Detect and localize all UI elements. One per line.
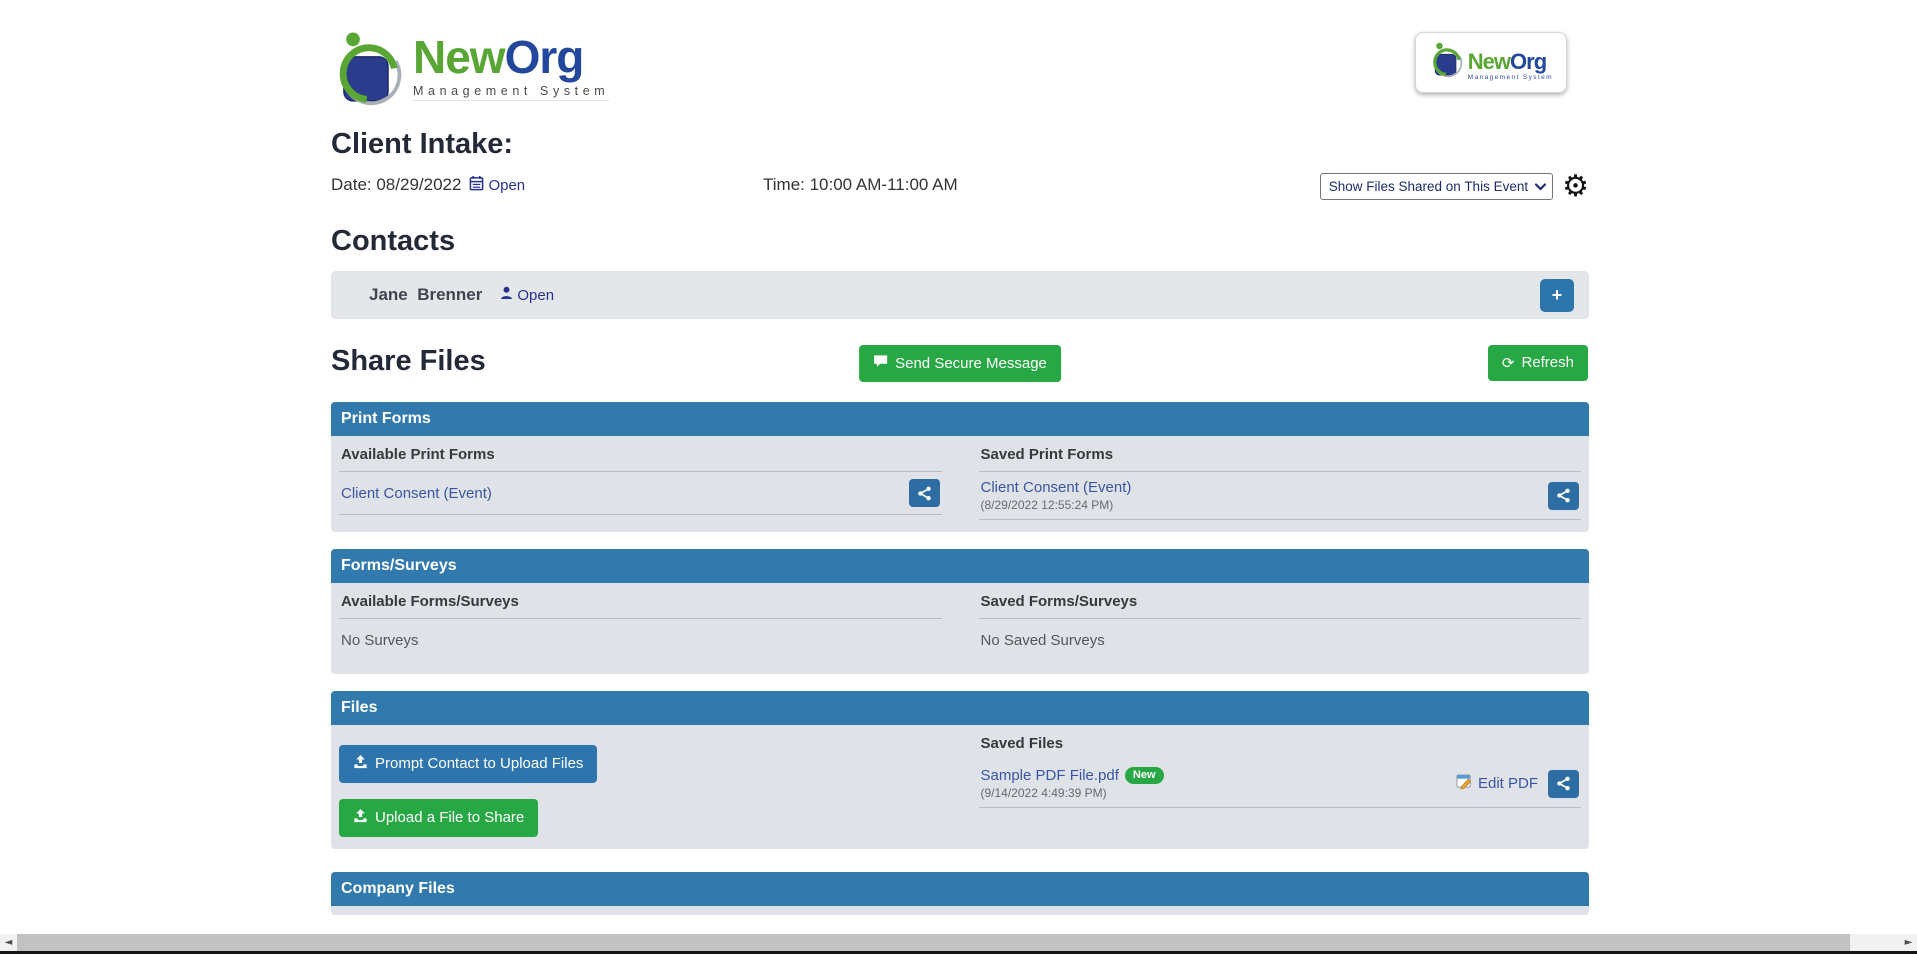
send-secure-message-button[interactable]: Send Secure Message bbox=[859, 345, 1061, 382]
share-icon bbox=[917, 486, 932, 501]
event-meta-row: Date: 08/29/2022 Open Time: 10:00 AM-11:… bbox=[331, 173, 1589, 205]
new-badge: New bbox=[1125, 767, 1164, 784]
company-files-header: Company Files bbox=[331, 872, 1589, 906]
company-files-panel: Company Files bbox=[331, 872, 1589, 915]
neworg-logo-icon bbox=[331, 28, 407, 115]
forms-surveys-header: Forms/Surveys bbox=[331, 549, 1589, 583]
upload-icon bbox=[353, 754, 368, 774]
available-print-forms-column: Available Print Forms Client Consent (Ev… bbox=[339, 436, 942, 520]
print-forms-panel: Print Forms Available Print Forms Client… bbox=[331, 402, 1589, 532]
files-actions-column: Prompt Contact to Upload Files Upload a … bbox=[339, 725, 942, 837]
chevron-down-icon bbox=[1535, 183, 1546, 191]
files-filter-value: Show Files Shared on This Event bbox=[1329, 179, 1528, 194]
contact-open-link[interactable]: Open bbox=[500, 286, 554, 304]
plus-icon: + bbox=[1552, 285, 1563, 306]
neworg-logo-icon-small bbox=[1429, 40, 1465, 85]
files-filter-select[interactable]: Show Files Shared on This Event bbox=[1320, 173, 1553, 200]
logo-wordmark: NewOrg bbox=[413, 34, 609, 80]
saved-files-header: Saved Files bbox=[979, 725, 1582, 760]
header-bar: NewOrg Management System NewOrg Manageme… bbox=[331, 0, 1589, 115]
saved-file-row: Sample PDF File.pdf New (9/14/2022 4:49:… bbox=[979, 760, 1582, 808]
event-date: Date: 08/29/2022 Open bbox=[331, 175, 525, 195]
chat-icon bbox=[873, 354, 888, 373]
neworg-logo: NewOrg Management System bbox=[331, 28, 609, 115]
neworg-home-button[interactable]: NewOrg Management System bbox=[1415, 32, 1567, 93]
no-saved-surveys-text: No Saved Surveys bbox=[979, 619, 1582, 662]
refresh-icon: ⟳ bbox=[1502, 354, 1515, 372]
event-time: Time: 10:00 AM-11:00 AM bbox=[763, 175, 958, 195]
calendar-icon bbox=[469, 175, 484, 195]
share-saved-print-form-button[interactable] bbox=[1548, 482, 1579, 510]
forms-surveys-panel: Forms/Surveys Available Forms/Surveys No… bbox=[331, 549, 1589, 674]
share-files-heading: Share Files bbox=[331, 345, 486, 378]
print-form-row: Client Consent (Event) bbox=[339, 472, 942, 515]
saved-print-forms-column: Saved Print Forms Client Consent (Event)… bbox=[979, 436, 1582, 520]
upload-icon bbox=[353, 808, 368, 828]
contacts-heading: Contacts bbox=[331, 225, 1589, 258]
saved-print-form-timestamp: (8/29/2022 12:55:24 PM) bbox=[981, 498, 1132, 512]
files-filter-group: Show Files Shared on This Event ⚙ bbox=[1320, 173, 1589, 200]
saved-file-link[interactable]: Sample PDF File.pdf bbox=[981, 767, 1119, 784]
date-open-link[interactable]: Open bbox=[469, 175, 525, 195]
available-print-forms-header: Available Print Forms bbox=[339, 436, 942, 472]
saved-forms-header: Saved Forms/Surveys bbox=[979, 583, 1582, 619]
available-forms-column: Available Forms/Surveys No Surveys bbox=[339, 583, 942, 662]
share-icon bbox=[1556, 488, 1571, 503]
share-icon bbox=[1556, 776, 1571, 791]
saved-file-timestamp: (9/14/2022 4:49:39 PM) bbox=[981, 786, 1164, 800]
contact-row: Jane Brenner Open + bbox=[331, 271, 1589, 319]
edit-pdf-link[interactable]: Edit PDF bbox=[1456, 774, 1538, 794]
scroll-right-arrow[interactable]: ► bbox=[1900, 934, 1917, 951]
files-panel: Files Prompt Contact to Upload Files bbox=[331, 691, 1589, 849]
gear-icon[interactable]: ⚙ bbox=[1562, 174, 1589, 200]
share-saved-file-button[interactable] bbox=[1548, 770, 1579, 798]
scrollbar-thumb[interactable] bbox=[17, 934, 1850, 951]
contact-open-label: Open bbox=[517, 287, 554, 304]
print-forms-header: Print Forms bbox=[331, 402, 1589, 436]
date-value: Date: 08/29/2022 bbox=[331, 175, 461, 195]
main-content: NewOrg Management System NewOrg Manageme… bbox=[331, 0, 1589, 915]
contact-name: Jane Brenner bbox=[369, 285, 482, 305]
user-icon bbox=[500, 286, 513, 304]
available-forms-header: Available Forms/Surveys bbox=[339, 583, 942, 619]
print-form-link[interactable]: Client Consent (Event) bbox=[341, 485, 492, 502]
refresh-button[interactable]: ⟳ Refresh bbox=[1488, 345, 1588, 381]
saved-print-form-row: Client Consent (Event) (8/29/2022 12:55:… bbox=[979, 472, 1582, 520]
saved-forms-column: Saved Forms/Surveys No Saved Surveys bbox=[979, 583, 1582, 662]
horizontal-scrollbar[interactable]: ◄ ► bbox=[0, 934, 1917, 951]
no-surveys-text: No Surveys bbox=[339, 619, 942, 662]
saved-print-form-link[interactable]: Client Consent (Event) bbox=[981, 479, 1132, 496]
files-header: Files bbox=[331, 691, 1589, 725]
share-files-row: Share Files Send Secure Message ⟳ Refres… bbox=[331, 345, 1589, 385]
saved-print-forms-header: Saved Print Forms bbox=[979, 436, 1582, 472]
upload-file-to-share-button[interactable]: Upload a File to Share bbox=[339, 799, 538, 837]
logo-tagline: Management System bbox=[413, 84, 609, 101]
page-title: Client Intake: bbox=[331, 128, 1589, 161]
date-open-label: Open bbox=[488, 177, 525, 194]
scroll-left-arrow[interactable]: ◄ bbox=[0, 934, 17, 951]
saved-files-column: Saved Files Sample PDF File.pdf New (9/1… bbox=[979, 725, 1582, 837]
share-print-form-button[interactable] bbox=[909, 479, 940, 507]
add-contact-button[interactable]: + bbox=[1540, 279, 1574, 312]
edit-pdf-icon bbox=[1456, 774, 1473, 794]
prompt-contact-upload-button[interactable]: Prompt Contact to Upload Files bbox=[339, 745, 597, 783]
